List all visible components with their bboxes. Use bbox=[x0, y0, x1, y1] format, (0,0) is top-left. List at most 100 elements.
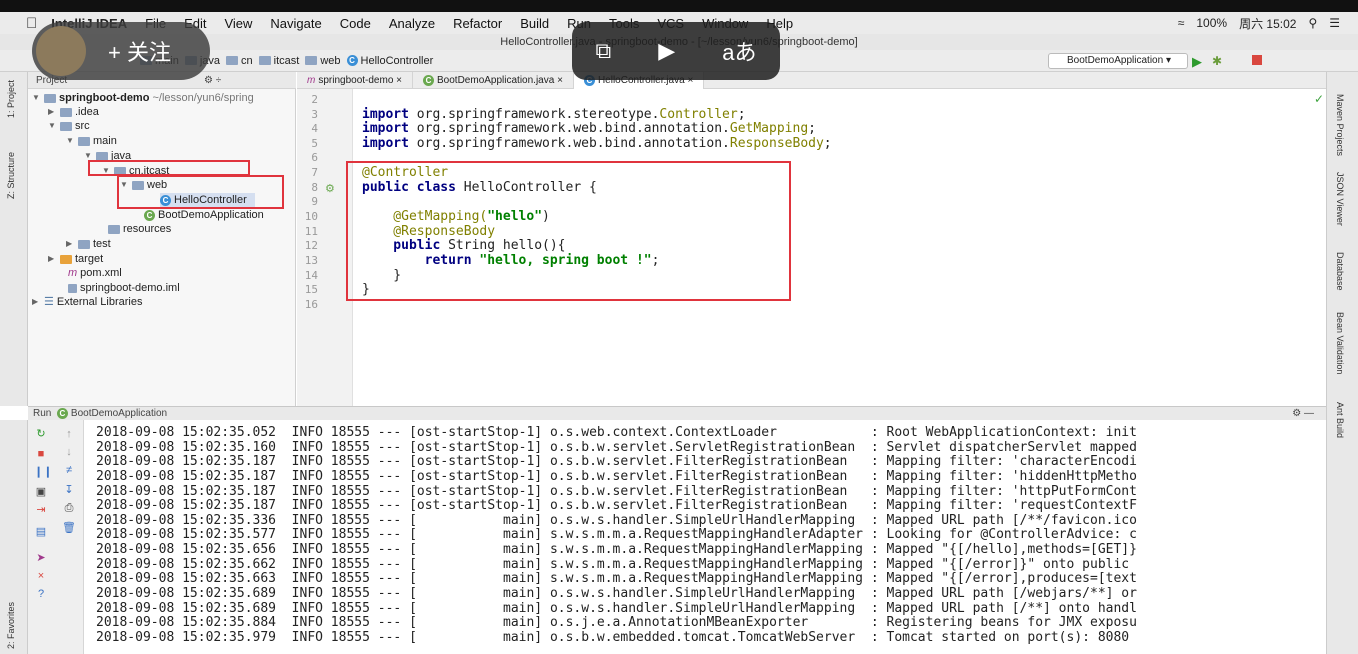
menu-code[interactable]: Code bbox=[340, 16, 371, 31]
folder-icon bbox=[78, 136, 90, 146]
breadcrumb-itcast[interactable]: itcast bbox=[258, 55, 299, 67]
breadcrumb-cn[interactable]: cn bbox=[226, 55, 253, 67]
help-icon[interactable]: ? bbox=[34, 588, 48, 600]
log-line: 2018-09-08 15:02:35.052 INFO 18555 --- [… bbox=[96, 425, 1137, 440]
log-line: 2018-09-08 15:02:35.187 INFO 18555 --- [… bbox=[96, 454, 1137, 469]
search-icon[interactable]: ⚲ bbox=[1308, 16, 1317, 30]
collapse-icon: ▶ bbox=[66, 239, 73, 248]
tab-database[interactable]: Database bbox=[1335, 252, 1345, 291]
breadcrumb-hellocontroller[interactable]: C HelloController bbox=[346, 55, 433, 67]
battery-level: 100% bbox=[1196, 16, 1228, 30]
log-line: 2018-09-08 15:02:35.656 INFO 18555 --- [… bbox=[96, 542, 1137, 557]
tree-node-resources[interactable]: resources bbox=[108, 222, 171, 236]
scroll-up-icon[interactable]: ↑ bbox=[62, 428, 76, 440]
tab-pom[interactable]: m springboot-demo × bbox=[297, 72, 414, 89]
run-panel-header: Run C BootDemoApplication ⚙ — bbox=[28, 406, 1326, 420]
breadcrumb-web[interactable]: web bbox=[305, 55, 341, 67]
spring-class-icon: C bbox=[423, 75, 435, 86]
tree-node-external-libraries[interactable]: ▶ ☰ External Libraries bbox=[32, 295, 142, 309]
camera-icon[interactable]: ▣ bbox=[34, 486, 48, 498]
right-tool-strip: Maven Projects JSON Viewer Database Bean… bbox=[1326, 72, 1358, 654]
clear-icon[interactable]: 🗑 bbox=[62, 522, 76, 534]
tab-ant-build[interactable]: Ant Build bbox=[1335, 402, 1345, 438]
run-config-select[interactable]: BootDemoApplication ▾ bbox=[1048, 53, 1188, 69]
menu-navigate[interactable]: Navigate bbox=[270, 16, 321, 31]
clock[interactable]: 周六 15:02 bbox=[1239, 15, 1296, 32]
translate-icon[interactable]: aあ bbox=[722, 35, 756, 67]
tree-node-main[interactable]: ▼ main bbox=[66, 134, 117, 148]
project-tree: ▼ springboot-demo ~/lesson/yun6/spring ▶.… bbox=[28, 89, 296, 406]
wifi-icon[interactable]: ≈ bbox=[1178, 16, 1185, 30]
panel-gear-icon[interactable]: ⚙ ÷ bbox=[204, 72, 221, 89]
menu-analyze[interactable]: Analyze bbox=[389, 16, 435, 31]
apple-icon[interactable]:  bbox=[26, 15, 37, 32]
panel-gear-icon[interactable]: ⚙ — bbox=[1292, 407, 1314, 420]
run-tab-config[interactable]: BootDemoApplication bbox=[71, 408, 167, 419]
soft-wrap-icon[interactable]: ≠ bbox=[62, 464, 76, 476]
tab-bootdemoapplication[interactable]: C BootDemoApplication.java × bbox=[413, 72, 574, 89]
highlight-box-web-hellocontroller bbox=[117, 175, 284, 209]
line-number: 4 bbox=[311, 122, 318, 135]
line-gutter: 2 3 4 5 6 7 8 9 10 11 12 13 14 15 16 ⚙ bbox=[297, 89, 353, 406]
log-line: 2018-09-08 15:02:35.689 INFO 18555 --- [… bbox=[96, 586, 1137, 601]
play-icon[interactable]: ▶ bbox=[658, 38, 675, 64]
debug-icon[interactable]: ✱ bbox=[1212, 54, 1222, 68]
stop-icon[interactable] bbox=[1252, 55, 1262, 65]
left-tool-strip-lower: 2: Favorites bbox=[0, 420, 28, 654]
rerun-icon[interactable]: ↻ bbox=[34, 428, 48, 440]
run-icon[interactable]: ▶ bbox=[1192, 54, 1202, 70]
follow-button[interactable]: + 关注 bbox=[32, 22, 210, 80]
highlight-box-controller-code bbox=[346, 161, 791, 301]
folder-icon bbox=[258, 56, 271, 65]
collapse-icon: ▶ bbox=[48, 254, 55, 263]
layout-icon[interactable]: ▤ bbox=[34, 526, 48, 538]
tab-maven-projects[interactable]: Maven Projects bbox=[1335, 94, 1345, 156]
run-toolbar: ↻ ■ ❙❙ ▣ ⇥ ▤ ➤ × ? ↑ ↓ ≠ ↧ ⎙ 🗑 bbox=[28, 420, 84, 654]
spring-bean-gutter-icon[interactable]: ⚙ bbox=[325, 182, 335, 195]
print-icon[interactable]: ⎙ bbox=[62, 502, 76, 514]
tab-bean-validation[interactable]: Bean Validation bbox=[1335, 312, 1345, 374]
console-output[interactable]: 2018-09-08 15:02:35.052 INFO 18555 --- [… bbox=[84, 420, 1326, 654]
menu-build[interactable]: Build bbox=[520, 16, 549, 31]
close-icon[interactable]: × bbox=[557, 72, 563, 89]
log-line: 2018-09-08 15:02:35.577 INFO 18555 --- [… bbox=[96, 527, 1137, 542]
maven-icon: m bbox=[307, 75, 316, 86]
tab-project[interactable]: 1: Project bbox=[6, 80, 16, 118]
folder-icon bbox=[108, 224, 120, 234]
video-overlay-controls: ⧉ ▶ aあ bbox=[572, 22, 780, 80]
tab-structure[interactable]: Z: Structure bbox=[6, 152, 16, 199]
stop-icon[interactable]: ■ bbox=[34, 448, 48, 460]
exit-icon[interactable]: ⇥ bbox=[34, 504, 48, 516]
close-icon[interactable]: × bbox=[396, 72, 402, 89]
code-line-import: import org.springframework.web.bind.anno… bbox=[362, 121, 816, 136]
menu-view[interactable]: View bbox=[224, 16, 252, 31]
tree-node-src[interactable]: ▼ src bbox=[48, 119, 90, 133]
tree-node-bootdemoapplication[interactable]: C BootDemoApplication bbox=[144, 208, 264, 222]
tab-json-viewer[interactable]: JSON Viewer bbox=[1335, 172, 1345, 226]
scroll-end-icon[interactable]: ↧ bbox=[62, 484, 76, 496]
line-number: 12 bbox=[304, 239, 318, 252]
tree-node-module[interactable]: ▼ springboot-demo ~/lesson/yun6/spring bbox=[32, 91, 254, 105]
menu-refactor[interactable]: Refactor bbox=[453, 16, 502, 31]
collapse-icon: ▶ bbox=[48, 107, 55, 116]
menubar-status: ≈ 100% 周六 15:02 ⚲ ☰ bbox=[1178, 12, 1340, 34]
close-icon[interactable]: × bbox=[34, 570, 48, 582]
inspection-ok-icon[interactable]: ✓ bbox=[1314, 92, 1324, 106]
line-number: 9 bbox=[311, 195, 318, 208]
tree-node-iml[interactable]: springboot-demo.iml bbox=[68, 281, 180, 295]
scroll-down-icon[interactable]: ↓ bbox=[62, 446, 76, 458]
list-icon[interactable]: ☰ bbox=[1329, 16, 1340, 30]
pin-icon[interactable]: ➤ bbox=[34, 552, 48, 564]
tree-node-pom[interactable]: m pom.xml bbox=[68, 266, 122, 280]
tree-node-test[interactable]: ▶ test bbox=[66, 237, 111, 251]
tab-favorites[interactable]: 2: Favorites bbox=[6, 602, 16, 649]
expand-icon: ▼ bbox=[48, 121, 56, 130]
expand-icon: ▼ bbox=[32, 93, 40, 102]
line-number: 6 bbox=[311, 151, 318, 164]
run-panel-title: Run bbox=[33, 408, 52, 419]
file-icon bbox=[68, 283, 77, 293]
pause-icon[interactable]: ❙❙ bbox=[34, 466, 52, 478]
tree-node-target[interactable]: ▶ target bbox=[48, 252, 103, 266]
pip-icon[interactable]: ⧉ bbox=[596, 38, 612, 64]
tree-node-idea[interactable]: ▶ .idea bbox=[48, 105, 99, 119]
